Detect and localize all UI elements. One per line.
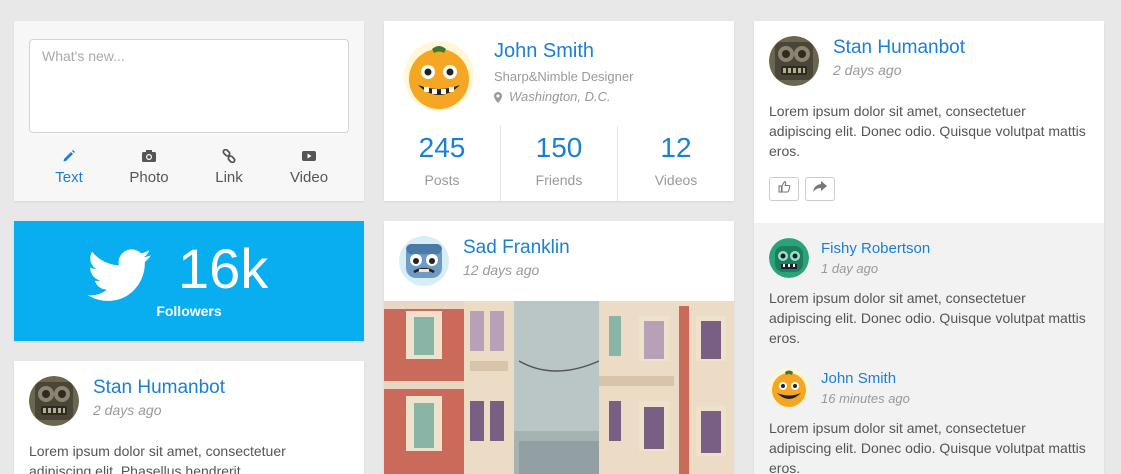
post-time: 12 days ago	[463, 262, 540, 278]
profile-card: John Smith Sharp&Nimble Designer Washing…	[384, 21, 734, 201]
stat-friends[interactable]: 150 Friends	[500, 126, 617, 201]
profile-title: Sharp&Nimble Designer	[494, 69, 634, 84]
comment-text: Lorem ipsum dolor sit amet, consectetuer…	[769, 420, 1086, 474]
camera-icon	[109, 149, 189, 167]
post-card: Stan Humanbot 2 days ago Lorem ipsum dol…	[14, 361, 364, 474]
post-author[interactable]: Stan Humanbot	[833, 37, 965, 59]
comment-author[interactable]: John Smith	[821, 370, 896, 387]
twitter-follower-count: 16k	[178, 237, 269, 300]
post-text-line: Lorem ipsum dolor sit amet, consectetuer	[29, 443, 286, 459]
stat-value: 150	[535, 132, 583, 163]
avatar[interactable]	[769, 36, 819, 86]
tab-video[interactable]: Video	[269, 149, 349, 186]
status-composer: Text Photo Link Video	[14, 21, 364, 201]
tab-video-label: Video	[289, 169, 329, 186]
status-input[interactable]	[29, 39, 349, 133]
share-button[interactable]	[805, 177, 835, 201]
post-author[interactable]: Sad Franklin	[463, 237, 570, 259]
comment-time: 16 minutes ago	[821, 391, 910, 406]
comments-section: Fishy Robertson 1 day ago Lorem ipsum do…	[754, 223, 1104, 474]
stat-label: Videos	[654, 172, 698, 188]
profile-name[interactable]: John Smith	[494, 40, 594, 63]
stat-value: 245	[418, 132, 466, 163]
avatar[interactable]	[404, 41, 474, 111]
avatar[interactable]	[399, 236, 449, 286]
tab-photo[interactable]: Photo	[109, 149, 189, 186]
post-text: Lorem ipsum dolor sit amet, consectetuer…	[769, 103, 1086, 159]
twitter-followers-label: Followers	[156, 303, 222, 319]
post-text-line: adipiscing elit. Phasellus hendrerit.	[29, 463, 245, 474]
post-with-comments-card: Stan Humanbot 2 days ago Lorem ipsum dol…	[754, 21, 1104, 474]
composer-tabs: Text Photo Link Video	[29, 148, 349, 186]
tab-text[interactable]: Text	[29, 149, 109, 186]
stat-label: Friends	[535, 172, 583, 188]
avatar[interactable]	[769, 368, 809, 408]
post-author[interactable]: Stan Humanbot	[93, 377, 225, 399]
stat-posts[interactable]: 245 Posts	[384, 126, 500, 201]
twitter-bird-icon	[87, 249, 152, 308]
video-icon	[269, 149, 349, 167]
photo-post-card: Sad Franklin 12 days ago	[384, 221, 734, 474]
share-arrow-icon	[813, 180, 827, 198]
thumbs-up-icon	[777, 180, 791, 198]
location-pin-icon	[494, 90, 502, 108]
comment-text: Lorem ipsum dolor sit amet, consectetuer…	[769, 290, 1086, 346]
avatar[interactable]	[29, 376, 79, 426]
tab-photo-label: Photo	[129, 169, 169, 186]
post-photo[interactable]	[384, 301, 734, 474]
comment-author[interactable]: Fishy Robertson	[821, 240, 930, 257]
link-icon	[189, 148, 269, 167]
stat-videos[interactable]: 12 Videos	[617, 126, 734, 201]
stat-label: Posts	[424, 172, 460, 188]
profile-location: Washington, D.C.	[509, 89, 611, 104]
tab-link-label: Link	[215, 169, 243, 186]
comment-time: 1 day ago	[821, 261, 879, 276]
like-button[interactable]	[769, 177, 799, 201]
post-time: 2 days ago	[833, 62, 902, 78]
tab-link[interactable]: Link	[189, 148, 269, 186]
stat-value: 12	[660, 132, 692, 163]
profile-stats: 245 Posts 150 Friends 12 Videos	[384, 126, 734, 201]
pencil-icon	[29, 149, 109, 167]
post-time: 2 days ago	[93, 402, 162, 418]
avatar[interactable]	[769, 238, 809, 278]
twitter-followers-card[interactable]: 16k Followers	[14, 221, 364, 341]
tab-text-label: Text	[55, 169, 83, 186]
